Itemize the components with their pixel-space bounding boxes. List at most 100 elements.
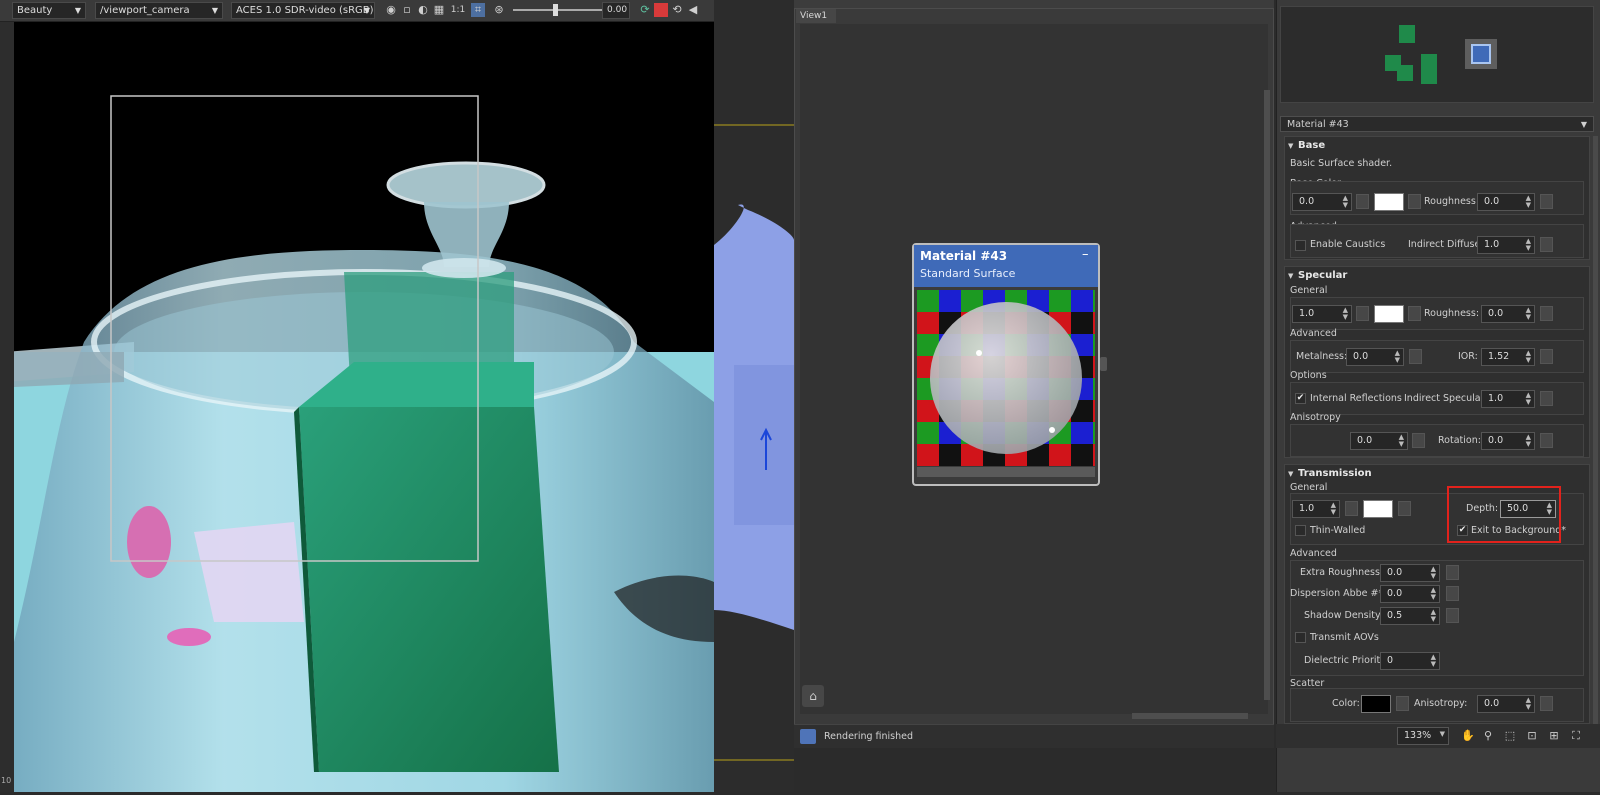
specular-color-map-button[interactable] (1408, 306, 1421, 321)
transmission-color-map-button[interactable] (1398, 501, 1411, 516)
panel-scrollbar[interactable] (1593, 136, 1598, 724)
thin-walled-checkbox[interactable] (1295, 525, 1306, 536)
base-header[interactable]: ▼ Base (1284, 137, 1590, 155)
channel-value: Beauty (17, 5, 53, 16)
transmission-weight-map-button[interactable] (1345, 501, 1358, 516)
vertical-scrollbar[interactable] (1264, 90, 1270, 700)
transmit-aovs-checkbox[interactable] (1295, 632, 1306, 643)
zoom-ratio-button[interactable]: 1:1 (449, 3, 467, 17)
scatter-color-swatch[interactable] (1361, 695, 1391, 713)
base-roughness-label: Roughness: (1424, 196, 1480, 207)
navigator-thumbnail[interactable] (1280, 6, 1594, 103)
highlight-box (1447, 486, 1561, 543)
base-roughness-map-button[interactable] (1540, 194, 1553, 209)
metalness-map-button[interactable] (1409, 349, 1422, 364)
shadow-density-label: Shadow Density: (1304, 610, 1384, 621)
scatter-anisotropy-spinner[interactable]: 0.0 ▲ ▼ (1477, 695, 1535, 713)
render-view: Beauty ▼ /viewport_camera ▼ ACES 1.0 SDR-v… (0, 0, 714, 792)
dispersion-spinner[interactable]: 0.0 ▲ ▼ (1380, 585, 1440, 603)
extra-roughness-spinner[interactable]: 0.0 ▲ ▼ (1380, 564, 1440, 582)
metalness-spinner[interactable]: 0.0 ▲ ▼ (1346, 348, 1404, 366)
render-image (14, 22, 714, 792)
node-output-socket[interactable] (1100, 357, 1107, 371)
enable-caustics-checkbox[interactable] (1295, 240, 1306, 251)
specular-roughness-map-button[interactable] (1540, 306, 1553, 321)
anisotropy-spinner[interactable]: 0.0 ▲ ▼ (1350, 432, 1408, 450)
shadow-density-map-button[interactable] (1446, 608, 1459, 623)
base-weight-spinner[interactable]: 0.0 ▲ ▼ (1292, 193, 1352, 211)
base-roughness-spinner[interactable]: 0.0 ▲ ▼ (1477, 193, 1535, 211)
fit-all-icon[interactable]: ⛶ (1569, 729, 1583, 743)
specular-weight-spinner[interactable]: 1.0 ▲ ▼ (1292, 305, 1352, 323)
material-node[interactable]: Material #43 Standard Surface – (912, 243, 1100, 486)
sound-icon[interactable]: ◀ (686, 3, 700, 17)
camera-value: /viewport_camera (100, 5, 190, 16)
specular-color-swatch[interactable] (1374, 305, 1404, 323)
transmission-weight-spinner[interactable]: 1.0 ▲ ▼ (1292, 500, 1340, 518)
rotation-map-button[interactable] (1540, 433, 1553, 448)
exposure-value[interactable]: 0.00 (602, 2, 630, 19)
transmission-advanced-label: Advanced (1290, 548, 1337, 559)
channel-dropdown[interactable]: Beauty ▼ (12, 2, 86, 19)
zoom-extents-icon[interactable]: ⊡ (1525, 729, 1539, 743)
material-dropdown[interactable]: Material #43 ▼ (1280, 116, 1594, 132)
exposure-slider-handle[interactable] (553, 4, 558, 16)
scatter-color-map-button[interactable] (1396, 696, 1409, 711)
chevron-down-icon: ▼ (211, 6, 218, 15)
zoom-dropdown[interactable]: 133% ▼ (1397, 727, 1449, 745)
render-toolbar: Beauty ▼ /viewport_camera ▼ ACES 1.0 SDR-v… (0, 0, 714, 22)
transmission-color-swatch[interactable] (1363, 500, 1393, 518)
indirect-diffuse-map-button[interactable] (1540, 237, 1553, 252)
lock-icon[interactable]: ▫ (400, 3, 414, 17)
base-color-swatch[interactable] (1374, 193, 1404, 211)
specular-advanced-label: Advanced (1290, 328, 1337, 339)
navigator-icon[interactable]: ⌂ (802, 685, 824, 707)
render-icon[interactable] (800, 729, 816, 744)
color-space-dropdown[interactable]: ACES 1.0 SDR-video (sRGB) ▼ (231, 2, 375, 19)
dielectric-priority-spinner[interactable]: 0 ▲ ▼ (1380, 652, 1440, 670)
rotation-spinner[interactable]: 0.0 ▲ ▼ (1481, 432, 1535, 450)
collapse-icon[interactable]: – (1082, 248, 1089, 262)
dispersion-label: Dispersion Abbe #*: (1290, 588, 1387, 599)
zoom-region-icon[interactable]: ⬚ (1503, 729, 1517, 743)
ior-spinner[interactable]: 1.52 ▲ ▼ (1481, 348, 1535, 366)
camera-dropdown[interactable]: /viewport_camera ▼ (95, 2, 223, 19)
base-weight-map-button[interactable] (1356, 194, 1369, 209)
ior-map-button[interactable] (1540, 349, 1553, 364)
collapse-triangle-icon: ▼ (1288, 272, 1294, 280)
specular-weight-map-button[interactable] (1356, 306, 1369, 321)
zoom-magnifier-icon[interactable]: ⚲ (1481, 729, 1495, 743)
anisotropy-map-button[interactable] (1412, 433, 1425, 448)
dispersion-map-button[interactable] (1446, 586, 1459, 601)
internal-reflections-label: Internal Reflections (1310, 393, 1402, 404)
exposure-slider[interactable] (513, 9, 603, 11)
scatter-anisotropy-map-button[interactable] (1540, 696, 1553, 711)
contrast-icon[interactable]: ◐ (416, 3, 430, 17)
transmission-header[interactable]: ▼ Transmission (1284, 465, 1590, 483)
base-color-map-button[interactable] (1408, 194, 1421, 209)
indirect-specular-map-button[interactable] (1540, 391, 1553, 406)
crop-region-icon[interactable]: ⌗ (471, 3, 485, 17)
pan-hand-icon[interactable]: ✋ (1461, 729, 1475, 743)
refresh-icon[interactable]: ⟳ (638, 3, 652, 17)
indirect-diffuse-spinner[interactable]: 1.0 ▲ ▼ (1477, 236, 1535, 254)
status-bar: Rendering finished (794, 724, 1274, 748)
specular-header-label: Specular (1298, 270, 1348, 281)
rgb-icon[interactable]: ◉ (384, 3, 398, 17)
transmission-header-label: Transmission (1298, 468, 1372, 479)
aperture-icon[interactable]: ⊛ (492, 3, 506, 17)
extra-roughness-map-button[interactable] (1446, 565, 1459, 580)
node-header[interactable]: Material #43 Standard Surface – (914, 245, 1098, 287)
internal-reflections-checkbox[interactable]: ✔ (1295, 393, 1306, 404)
tab-view1[interactable]: View1 (796, 9, 836, 23)
stop-render-icon[interactable] (654, 3, 668, 17)
checker-icon[interactable]: ▦ (432, 3, 446, 17)
horizontal-scrollbar[interactable] (1132, 713, 1248, 719)
node-footer (917, 467, 1095, 477)
specular-roughness-spinner[interactable]: 0.0 ▲ ▼ (1481, 305, 1535, 323)
specular-header[interactable]: ▼ Specular (1284, 267, 1590, 285)
indirect-specular-spinner[interactable]: 1.0 ▲ ▼ (1481, 390, 1535, 408)
shadow-density-spinner[interactable]: 0.5 ▲ ▼ (1380, 607, 1440, 625)
zoom-selected-icon[interactable]: ⊞ (1547, 729, 1561, 743)
refresh-region-icon[interactable]: ⟲ (670, 3, 684, 17)
